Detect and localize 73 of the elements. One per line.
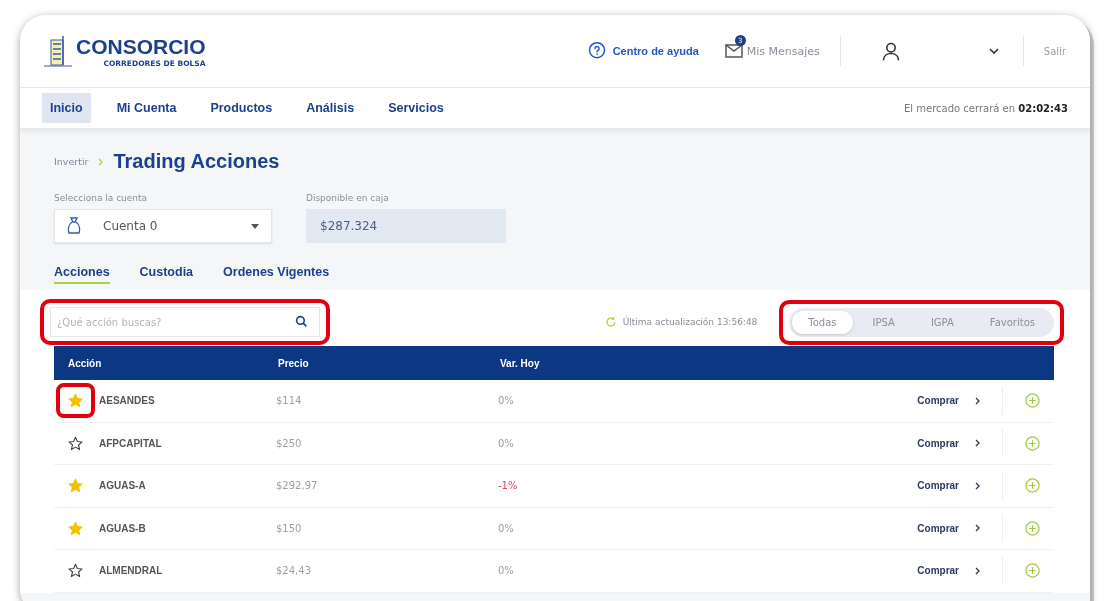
change-cell-text: 0% [498, 522, 515, 534]
plus-circle-icon [1025, 563, 1040, 579]
field-label: Selecciona la cuenta [54, 193, 149, 203]
money-bag-icon [67, 217, 81, 235]
table-row[interactable]: AESANDES $114 0% Comprar [54, 380, 1054, 423]
breadcrumb-link[interactable]: Invertir [54, 156, 89, 167]
change-cell-text: 0% [498, 565, 515, 577]
filled-star-icon[interactable] [68, 393, 83, 409]
table-row[interactable]: AFPCAPITAL $250 0% Comprar [54, 422, 1054, 465]
stock-name: AGUAS-A [99, 480, 146, 492]
column-header: Precio [278, 357, 310, 369]
table-row[interactable]: AGUAS-A $292,97 -1% Comprar [54, 465, 1054, 508]
search-field[interactable]: ¿Qué acción buscas? [50, 307, 320, 337]
nav-item[interactable]: Productos [202, 93, 281, 123]
search-icon [295, 315, 308, 328]
logo-title: CONSORCIO [76, 36, 206, 57]
cash-available-field: $287.324 [306, 209, 506, 243]
messages-label: Mis Mensajes [746, 44, 820, 58]
dropdown-caret-icon [251, 223, 259, 229]
buy-link[interactable]: Comprar [917, 556, 1003, 585]
change-cell-text: 0% [498, 437, 515, 449]
tab[interactable]: Ordenes Vigentes [223, 265, 330, 284]
change-cell-text: -1% [498, 480, 519, 492]
buy-link[interactable]: Comprar [917, 514, 1003, 543]
plus-circle-icon [1025, 520, 1040, 536]
nav-item[interactable]: Mi Cuenta [108, 93, 185, 123]
plus-circle-icon [1025, 435, 1040, 451]
table-row[interactable]: ALMENDRAL $24,43 0% Comprar [54, 550, 1054, 593]
buy-link[interactable]: Comprar [917, 386, 1003, 415]
chevron-right-icon [975, 566, 980, 575]
envelope-icon [724, 44, 743, 58]
market-close-countdown: El mercado cerrará en 02:02:43 [904, 102, 1068, 114]
stock-name: ALMENDRAL [99, 565, 163, 577]
chevron-right-icon [975, 524, 980, 533]
price-cell-text: $250 [276, 437, 303, 449]
table-row[interactable]: AGUAS-B $150 0% Comprar [54, 507, 1054, 550]
outline-star-icon[interactable] [68, 563, 83, 579]
user-icon [880, 41, 901, 61]
help-center-link[interactable]: Centro de ayuda [586, 41, 699, 61]
stock-name: AGUAS-B [99, 522, 146, 534]
buy-link[interactable]: Comprar [917, 429, 1003, 458]
price-cell-text: $292,97 [276, 480, 319, 492]
chevron-right-icon [975, 481, 980, 490]
chevron-right-icon [98, 157, 104, 166]
chevron-right-icon [975, 439, 980, 448]
tab[interactable]: Acciones [54, 265, 110, 284]
field-label: Disponible en caja [306, 193, 390, 203]
outline-star-icon[interactable] [68, 435, 83, 451]
filled-star-icon[interactable] [68, 478, 83, 494]
stock-name: AFPCAPITAL [99, 437, 162, 449]
help-icon [586, 41, 607, 61]
price-cell-text: $114 [276, 395, 303, 407]
account-select[interactable]: Cuenta 0 [54, 209, 272, 243]
buy-link[interactable]: Comprar [917, 471, 1003, 500]
price-cell-text: $150 [276, 522, 303, 534]
chevron-right-icon [975, 396, 980, 405]
nav-item[interactable]: Inicio [42, 93, 91, 123]
last-update-text: Última actualización 13:56:48 [622, 317, 758, 327]
stock-name: AESANDES [99, 395, 155, 407]
plus-circle-icon [1025, 478, 1040, 494]
price-cell-text: $24,43 [276, 565, 312, 577]
column-header: Acción [68, 357, 103, 369]
change-cell-text: 0% [498, 395, 515, 407]
page-title: Trading Acciones [113, 150, 280, 173]
refresh-icon [604, 316, 617, 328]
column-header: Var. Hoy [500, 357, 541, 369]
filled-star-icon[interactable] [68, 520, 83, 536]
building-logo-icon [42, 34, 74, 68]
chevron-down-icon [988, 47, 999, 55]
nav-item[interactable]: Análisis [298, 93, 363, 123]
tab[interactable]: Custodia [139, 265, 194, 284]
nav-item[interactable]: Servicios [380, 93, 452, 123]
plus-circle-icon [1025, 393, 1040, 409]
